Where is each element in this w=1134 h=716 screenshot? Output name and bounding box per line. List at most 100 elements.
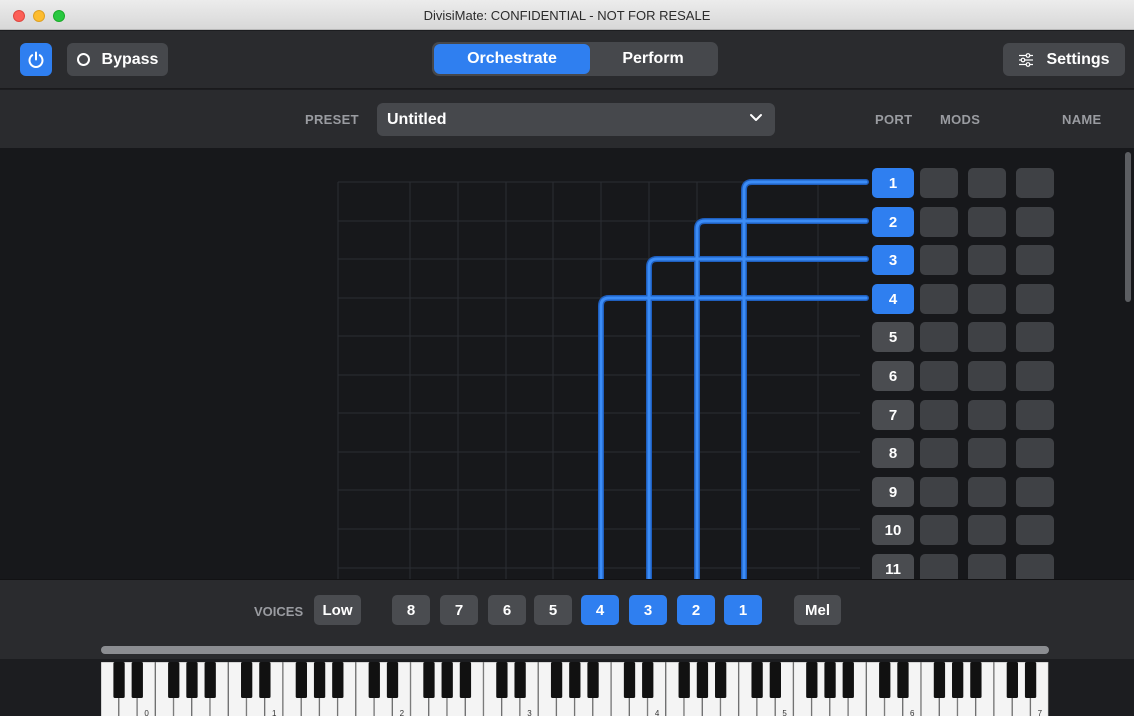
mod-slot[interactable]	[920, 438, 958, 468]
mod-slot[interactable]	[920, 207, 958, 237]
black-key	[550, 662, 563, 698]
mod-slot[interactable]	[968, 477, 1006, 507]
black-key	[952, 662, 964, 698]
black-key	[824, 662, 836, 698]
mod-slot[interactable]	[920, 322, 958, 352]
name-column-header: NAME	[1062, 112, 1102, 127]
port-button[interactable]: 8	[872, 438, 914, 468]
mod-slot[interactable]	[968, 554, 1006, 579]
port-button[interactable]: 9	[872, 477, 914, 507]
mod-slot[interactable]	[968, 438, 1006, 468]
mod-slot[interactable]	[968, 245, 1006, 275]
mod-slot[interactable]	[920, 554, 958, 579]
black-key	[168, 662, 180, 698]
title-bar: DivisiMate: CONFIDENTIAL - NOT FOR RESAL…	[0, 0, 1134, 30]
mod-slot[interactable]	[1016, 322, 1054, 352]
preset-dropdown[interactable]: Untitled	[377, 103, 775, 136]
mod-slot[interactable]	[968, 400, 1006, 430]
mod-slot[interactable]	[1016, 284, 1054, 314]
voice-low-button[interactable]: Low	[314, 595, 361, 625]
port-button[interactable]: 1	[872, 168, 914, 198]
mod-slot[interactable]	[1016, 554, 1054, 579]
preset-value: Untitled	[387, 110, 447, 128]
bypass-indicator-icon	[76, 53, 90, 66]
settings-label: Settings	[1046, 50, 1110, 68]
keyboard-range-slider[interactable]	[101, 646, 1049, 654]
port-button[interactable]: 3	[872, 245, 914, 275]
voice-button[interactable]: 1	[724, 595, 762, 625]
mod-slot[interactable]	[920, 515, 958, 545]
black-key	[332, 662, 344, 698]
mod-slot[interactable]	[1016, 515, 1054, 545]
mod-slot[interactable]	[1016, 207, 1054, 237]
port-button[interactable]: 11	[872, 554, 914, 579]
mod-slot[interactable]	[968, 284, 1006, 314]
black-key	[459, 662, 472, 698]
black-key	[423, 662, 435, 698]
mod-slot[interactable]	[968, 515, 1006, 545]
mod-slot[interactable]	[1016, 245, 1054, 275]
port-button[interactable]: 2	[872, 207, 914, 237]
voice-button[interactable]: 4	[581, 595, 619, 625]
mod-slot[interactable]	[920, 477, 958, 507]
mod-slot[interactable]	[1016, 168, 1054, 198]
black-key	[751, 662, 763, 698]
preset-label: PRESET	[305, 112, 359, 127]
black-key	[386, 662, 399, 698]
mod-slot[interactable]	[968, 361, 1006, 391]
mods-column-header: MODS	[940, 112, 981, 127]
voice-mel-button[interactable]: Mel	[794, 595, 841, 625]
port-button[interactable]: 10	[872, 515, 914, 545]
voice-button[interactable]: 3	[629, 595, 667, 625]
voice-button[interactable]: 6	[488, 595, 526, 625]
voice-button[interactable]: 7	[440, 595, 478, 625]
mod-slot[interactable]	[968, 322, 1006, 352]
black-key	[642, 662, 654, 698]
mod-slot[interactable]	[920, 284, 958, 314]
mod-slot[interactable]	[920, 245, 958, 275]
mod-slot[interactable]	[1016, 477, 1054, 507]
octave-label: 4	[655, 709, 660, 716]
black-key	[842, 662, 854, 698]
piano-keys[interactable]: 0 1 2 3 4 5 6 7	[101, 662, 1049, 716]
mod-slot[interactable]	[920, 400, 958, 430]
route-voice-2-port-2	[694, 218, 869, 579]
black-key	[769, 662, 781, 698]
mod-slot[interactable]	[920, 361, 958, 391]
black-key	[514, 662, 526, 698]
voice-button[interactable]: 8	[392, 595, 430, 625]
black-key	[806, 662, 818, 698]
mod-slot[interactable]	[1016, 361, 1054, 391]
voice-button[interactable]: 2	[677, 595, 715, 625]
tab-perform[interactable]: Perform	[590, 44, 716, 74]
black-key	[678, 662, 690, 698]
octave-label: 5	[782, 709, 787, 716]
mod-slot[interactable]	[968, 207, 1006, 237]
voice-button[interactable]: 5	[534, 595, 572, 625]
black-key	[441, 662, 453, 698]
port-button[interactable]: 7	[872, 400, 914, 430]
octave-label: 6	[910, 709, 915, 716]
port-button[interactable]: 4	[872, 284, 914, 314]
sliders-icon	[1019, 52, 1034, 67]
octave-label: 3	[527, 709, 532, 716]
mod-slot[interactable]	[1016, 438, 1054, 468]
piano-keyboard[interactable]: 0 1 2 3 4 5 6 7	[0, 659, 1134, 716]
mod-slot[interactable]	[920, 168, 958, 198]
mod-slot[interactable]	[968, 168, 1006, 198]
port-button[interactable]: 5	[872, 322, 914, 352]
black-key	[131, 662, 143, 698]
black-key	[113, 662, 125, 698]
power-button[interactable]	[20, 43, 52, 76]
black-key	[623, 662, 636, 698]
black-key	[241, 662, 253, 698]
black-key	[313, 662, 326, 698]
tab-orchestrate[interactable]: Orchestrate	[434, 44, 590, 74]
settings-button[interactable]: Settings	[1003, 43, 1125, 76]
routing-matrix: 1 2 3 4 5 6 7 8 9 10 11	[0, 148, 1134, 579]
voices-bar: VOICES Low 87654321 Mel	[0, 579, 1134, 659]
mod-slot[interactable]	[1016, 400, 1054, 430]
bypass-button[interactable]: Bypass	[67, 43, 168, 76]
vertical-scrollbar[interactable]	[1125, 152, 1131, 302]
port-button[interactable]: 6	[872, 361, 914, 391]
